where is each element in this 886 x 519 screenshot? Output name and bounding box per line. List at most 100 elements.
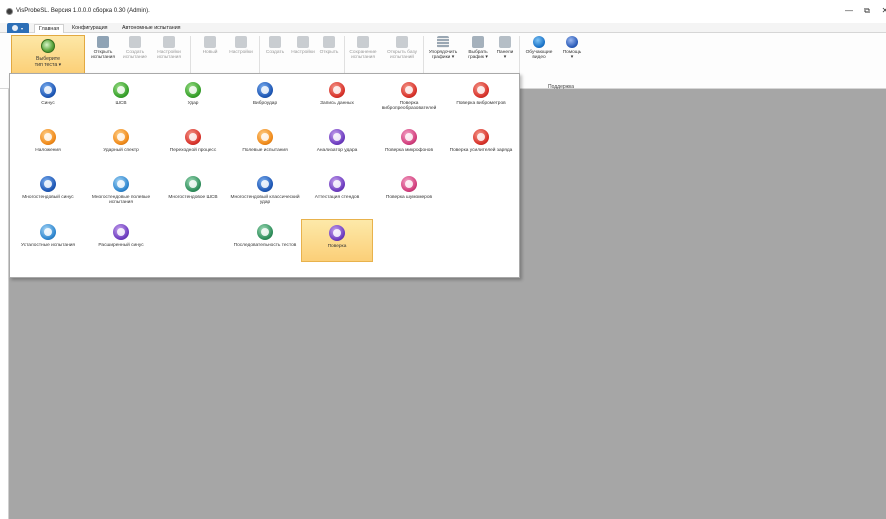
test-type-icon: [40, 82, 56, 98]
open-test-icon: [97, 36, 109, 48]
tab-home[interactable]: Главная: [34, 24, 65, 33]
gallery-item[interactable]: Наложения: [12, 124, 84, 167]
gallery-item[interactable]: Многостендовое ШСВ: [157, 171, 229, 214]
test-type-icon: [185, 176, 201, 192]
gallery-item[interactable]: Поверка: [301, 219, 373, 262]
create-icon: [269, 36, 281, 48]
gallery-item[interactable]: Многостендовый синус: [12, 171, 84, 214]
gallery-item[interactable]: Полевые испытания: [229, 124, 301, 167]
gallery-item[interactable]: Многостендовый классический удар: [229, 171, 301, 214]
title-bar: VisProbeSL. Версия 1.0.0.0 сборка 0.30 (…: [0, 0, 886, 23]
new-label: Новый: [202, 50, 218, 55]
open-test-db-button[interactable]: Открыть базу испытаний: [383, 36, 421, 61]
gallery-item-label: Последовательность тестов: [233, 243, 297, 248]
open-button[interactable]: Открыть: [316, 36, 342, 55]
test-type-icon: [473, 82, 489, 98]
gallery-item-label: Поверка вибропреобразователей: [381, 101, 437, 112]
tab-configuration[interactable]: Конфигурация: [68, 24, 112, 33]
panels-button[interactable]: Панели ▾: [493, 36, 517, 61]
test-type-icon: [473, 129, 489, 145]
open-test-db-sublabel: испытаний: [390, 55, 414, 61]
gallery-item[interactable]: Анализатор удара: [301, 124, 373, 167]
create-button[interactable]: Создать: [262, 36, 288, 55]
test-type-icon: [329, 225, 345, 241]
gallery-item-label: Переходной процесс: [169, 148, 217, 153]
new-button[interactable]: Новый: [197, 36, 223, 55]
gallery-item-label: Расширенный синус: [98, 243, 144, 248]
gallery-item-label: Поверка микрофонов: [384, 148, 434, 153]
gallery-item-label: Усталостные испытания: [20, 243, 75, 248]
gallery-item[interactable]: Усталостные испытания: [12, 219, 84, 262]
help-button[interactable]: Помощь ▾: [557, 36, 587, 61]
test-type-icon: [401, 176, 417, 192]
app-menu-icon: [12, 25, 18, 31]
gallery-item[interactable]: Поверка микрофонов: [373, 124, 445, 167]
tab-autonomous-tests[interactable]: Автономные испытания: [118, 24, 185, 33]
test-type-icon: [401, 82, 417, 98]
gallery-item[interactable]: Расширенный синус: [85, 219, 157, 262]
gallery-item[interactable]: ШСВ: [85, 77, 157, 120]
gallery-item[interactable]: Синус: [12, 77, 84, 120]
gallery-item[interactable]: Удар: [157, 77, 229, 120]
test-type-icon: [185, 82, 201, 98]
arrange-graphs-icon: [437, 36, 449, 48]
gallery-item[interactable]: Виброудар: [229, 77, 301, 120]
gallery-item-label: Запись данных: [320, 101, 354, 106]
maximize-button[interactable]: ⧉: [858, 4, 876, 18]
settings-icon: [235, 36, 247, 48]
gallery-item-label: Поверка шумомеров: [385, 195, 433, 200]
arrange-graphs-button[interactable]: Упорядочить графики ▾: [425, 36, 461, 61]
create-test-button[interactable]: Создать испытание: [120, 36, 150, 61]
settings-label-2: Настройки: [291, 50, 315, 55]
gallery-item[interactable]: Поверка вибропреобразователей: [373, 77, 445, 120]
save-icon: [357, 36, 369, 48]
gallery-item-label: Анализатор удара: [316, 148, 358, 153]
settings-button-1[interactable]: Настройки: [225, 36, 257, 55]
app-menu-button[interactable]: ▾: [7, 23, 29, 33]
gallery-item-label: Синус: [41, 101, 55, 106]
new-icon: [204, 36, 216, 48]
left-panel-strip: [0, 89, 9, 519]
gallery-item-label: Ударный спектр: [103, 148, 139, 153]
test-type-icon: [257, 82, 273, 98]
panels-icon: [499, 36, 511, 48]
settings-button-2[interactable]: Настройки: [288, 36, 318, 55]
gallery-item-label: Многостендовые полевые испытания: [91, 195, 151, 206]
gear-icon: [163, 36, 175, 48]
gallery-item[interactable]: Запись данных: [301, 77, 373, 120]
select-graph-icon: [472, 36, 484, 48]
select-test-type-line2: тип теста ▾: [34, 61, 62, 68]
test-settings-button[interactable]: Настройки испытания: [152, 36, 186, 61]
panels-sublabel: ▾: [503, 55, 507, 61]
open-label: Открыть: [319, 50, 339, 55]
test-type-icon: [257, 176, 273, 192]
gallery-item-label: Виброудар: [252, 101, 278, 106]
window-title: VisProbeSL. Версия 1.0.0.0 сборка 0.30 (…: [16, 8, 150, 14]
gallery-item[interactable]: Аттестация стендов: [301, 171, 373, 214]
gallery-item[interactable]: Поверка усилителей заряда: [445, 124, 517, 167]
select-graph-button[interactable]: Выбрать график ▾: [464, 36, 492, 61]
training-video-button[interactable]: Обучающие видео: [522, 36, 556, 61]
test-type-icon: [257, 129, 273, 145]
gallery-item-label: Наложения: [35, 148, 61, 153]
video-icon: [533, 36, 545, 48]
gallery-item-label: Многостендовое ШСВ: [168, 195, 218, 200]
gallery-item-label: Поверка усилителей заряда: [449, 148, 513, 153]
test-type-icon: [113, 82, 129, 98]
gallery-item[interactable]: Ударный спектр: [85, 124, 157, 167]
gallery-item[interactable]: Последовательность тестов: [229, 219, 301, 262]
gallery-item-label: Поверка: [327, 244, 347, 249]
gallery-item[interactable]: Многостендовые полевые испытания: [85, 171, 157, 214]
open-test-button[interactable]: Открыть испытания: [88, 36, 118, 61]
test-type-icon: [113, 176, 129, 192]
create-label: Создать: [265, 50, 285, 55]
close-button[interactable]: ✕: [876, 4, 886, 18]
gallery-item[interactable]: Переходной процесс: [157, 124, 229, 167]
test-type-icon: [40, 129, 56, 145]
select-graph-sublabel: график ▾: [468, 55, 488, 61]
gallery-item[interactable]: Поверка шумомеров: [373, 171, 445, 214]
gallery-item[interactable]: Поверка виброметров: [445, 77, 517, 120]
minimize-button[interactable]: —: [840, 4, 858, 18]
test-settings-sublabel: испытания: [157, 55, 181, 61]
save-test-button[interactable]: Сохранение испытания: [345, 36, 381, 61]
